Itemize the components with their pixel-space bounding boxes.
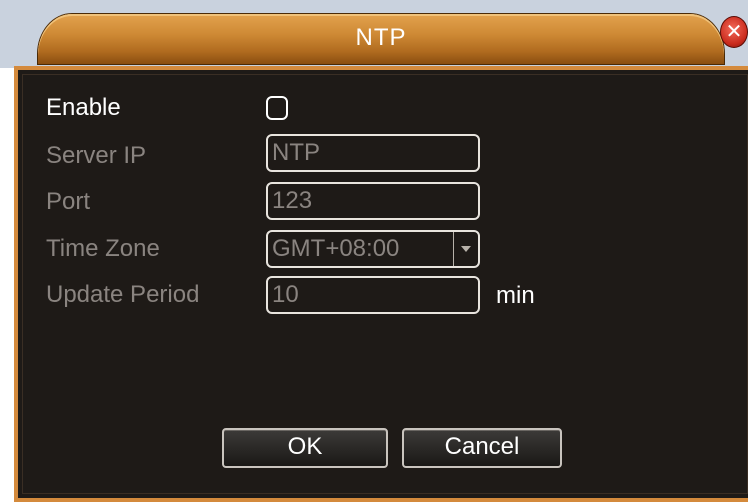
time-zone-select[interactable]: GMT+08:00 (266, 230, 480, 268)
update-period-label: Update Period (46, 281, 200, 308)
enable-label: Enable (46, 94, 121, 121)
port-label: Port (46, 188, 91, 215)
time-zone-value: GMT+08:00 (272, 235, 400, 262)
server-ip-label: Server IP (46, 142, 147, 169)
time-zone-label: Time Zone (46, 235, 160, 262)
ok-button[interactable]: OK (222, 428, 388, 468)
close-icon: ✕ (725, 21, 743, 43)
enable-checkbox[interactable] (266, 96, 288, 120)
dialog-title: NTP (355, 24, 407, 51)
close-button[interactable]: ✕ (720, 16, 748, 48)
update-period-input[interactable]: 10 (266, 276, 480, 314)
server-ip-input[interactable]: NTP (266, 134, 480, 172)
update-period-unit: min (496, 282, 535, 309)
chevron-down-icon[interactable] (453, 232, 478, 266)
dialog-title-bar[interactable]: NTP (38, 14, 724, 64)
dialog-body: Enable Server IP NTP Port 123 Time Zone … (14, 66, 748, 502)
cancel-button[interactable]: Cancel (402, 428, 562, 468)
port-input[interactable]: 123 (266, 182, 480, 220)
